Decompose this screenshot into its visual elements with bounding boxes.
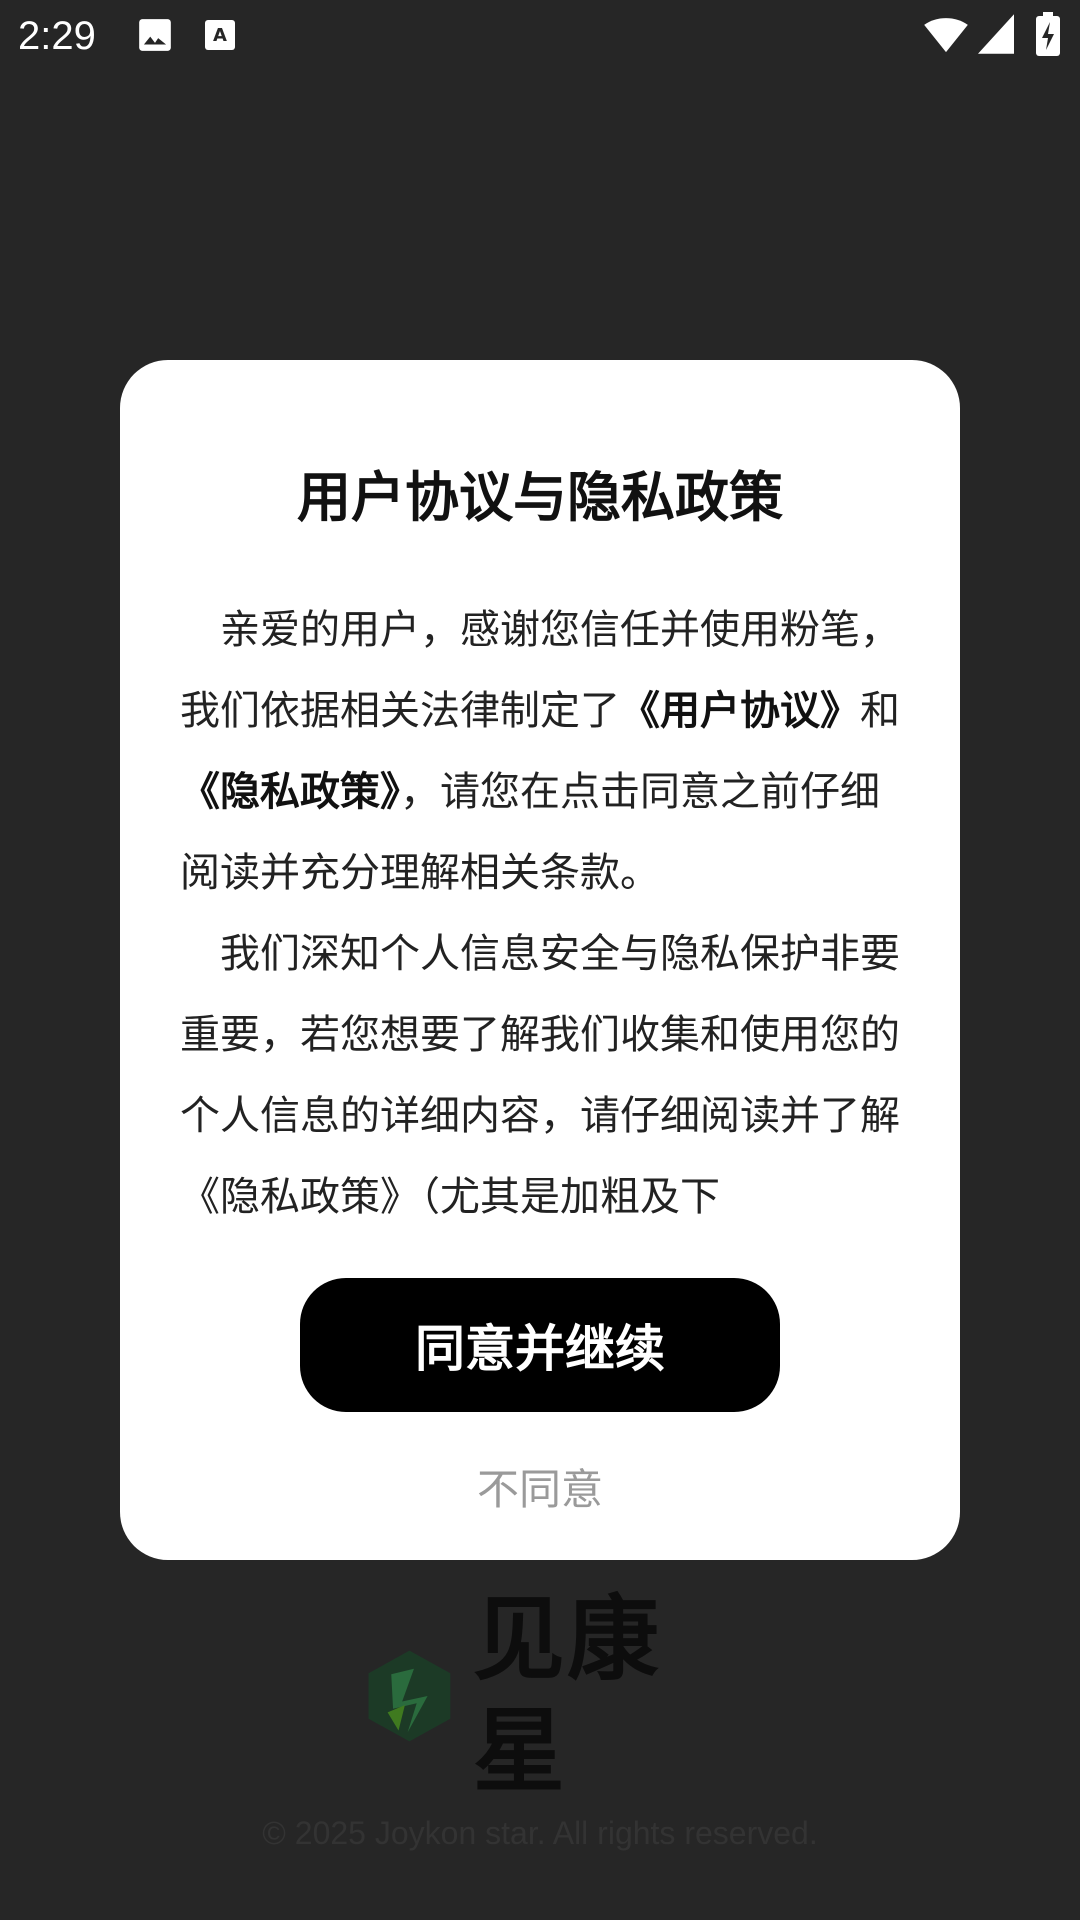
status-bar: 2:29 A (0, 0, 1080, 72)
svg-text:A: A (213, 25, 227, 46)
logo-text: 见康星 (472, 1586, 661, 1805)
privacy-dialog: 用户协议与隐私政策 亲爱的用户，感谢您信任并使用粉笔，我们依据相关法律制定了《用… (120, 360, 960, 1560)
dialog-body[interactable]: 亲爱的用户，感谢您信任并使用粉笔，我们依据相关法律制定了《用户协议》和《隐私政策… (180, 590, 902, 1260)
agree-continue-button[interactable]: 同意并继续 (300, 1278, 780, 1412)
app-logo: 见康星 (364, 1586, 724, 1805)
dialog-title: 用户协议与隐私政策 (297, 466, 783, 529)
user-agreement-link[interactable]: 《用户协议》 (620, 688, 860, 734)
status-time: 2:29 (18, 14, 96, 58)
disagree-button[interactable]: 不同意 (420, 1450, 660, 1522)
paragraph1-text-2: 和 (860, 688, 900, 734)
logo-mark-icon (368, 1650, 451, 1742)
body-paragraph-1: 亲爱的用户，感谢您信任并使用粉笔，我们依据相关法律制定了《用户协议》和《隐私政策… (180, 590, 902, 914)
battery-charging-icon (1036, 12, 1060, 56)
copyright-text: © 2025 Joykon star. All rights reserved. (262, 1815, 818, 1851)
wifi-icon (924, 14, 968, 54)
body-paragraph-2: 我们深知个人信息安全与隐私保护非要重要，若您想要了解我们收集和使用您的个人信息的… (180, 931, 900, 1220)
privacy-policy-link[interactable]: 《隐私政策》 (180, 769, 400, 815)
signal-icon (978, 14, 1014, 54)
text-recognition-icon: A (202, 16, 238, 54)
image-icon (136, 16, 174, 54)
